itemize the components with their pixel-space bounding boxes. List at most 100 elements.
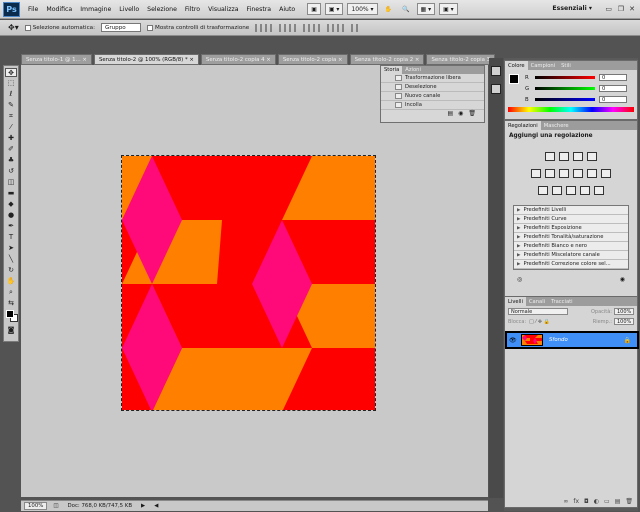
levels-icon[interactable] [559, 152, 569, 161]
group-icon[interactable]: ▭ [604, 498, 610, 505]
menu-file[interactable]: File [28, 6, 38, 13]
tab-livelli[interactable]: Livelli [505, 297, 526, 306]
exposure-icon[interactable] [587, 152, 597, 161]
transform-controls-option[interactable]: Mostra controlli di trasformazione [147, 24, 249, 31]
link-icon[interactable]: ∞ [563, 498, 568, 505]
auto-select-option[interactable]: Selezione automatica: [24, 24, 95, 31]
history-item[interactable]: Trasformazione libera [381, 74, 484, 83]
color-slider-r[interactable]: R 0 [505, 72, 637, 83]
shape-tool-icon[interactable]: ╲ [5, 255, 17, 264]
move-tool-icon[interactable]: ✥▾ [8, 23, 19, 32]
foreground-color-swatch[interactable] [6, 310, 14, 318]
foreground-color-swatch[interactable] [509, 74, 519, 84]
vibrance-icon[interactable] [531, 169, 541, 178]
tab-close-icon[interactable]: × [266, 57, 271, 63]
tab-senza-titolo-1[interactable]: Senza titolo-1 @ 1... × [21, 54, 92, 65]
threshold-icon[interactable] [566, 186, 576, 195]
tab-colore[interactable]: Colore [505, 61, 528, 70]
screen-mode-button[interactable]: ▣ ▾ [439, 3, 458, 15]
zoom-select[interactable]: 100% ▾ [347, 3, 378, 15]
channel-mixer-icon[interactable] [601, 169, 611, 178]
invert-icon[interactable] [538, 186, 548, 195]
new-layer-icon[interactable]: ▤ [615, 498, 621, 505]
tab-canali[interactable]: Canali [526, 297, 548, 306]
history-brush-icon[interactable]: ↺ [5, 167, 17, 176]
list-item[interactable]: ▶ Predefiniti Miscelatore canale [514, 251, 628, 260]
hand-icon[interactable]: ✋ [382, 3, 395, 15]
eyedropper-icon[interactable]: ⁄ [5, 123, 17, 132]
transform-controls-checkbox[interactable] [147, 24, 153, 31]
align-icons[interactable] [255, 23, 276, 32]
tab-copia[interactable]: Senza titolo-2 copia × [277, 54, 348, 65]
tab-campioni[interactable]: Campioni [528, 61, 559, 70]
list-item[interactable]: ▶ Predefiniti Tonalità/saturazione [514, 233, 628, 242]
black-white-icon[interactable] [573, 169, 583, 178]
history-item[interactable]: Incolla [381, 101, 484, 110]
scroll-left-icon[interactable]: ◀ [151, 502, 161, 510]
green-gradient[interactable] [535, 87, 595, 90]
status-menu-arrow-icon[interactable]: ▶ [138, 502, 148, 510]
auto-select-checkbox[interactable] [24, 24, 31, 31]
green-value-field[interactable]: 0 [599, 85, 627, 92]
list-item[interactable]: ▶ Predefiniti Correzione colore sel... [514, 260, 628, 269]
clip-icon[interactable]: ◎ [517, 276, 522, 283]
history-item[interactable]: Deselezione [381, 83, 484, 92]
tab-maschere[interactable]: Maschere [541, 121, 572, 130]
brush-tool-icon[interactable]: ✐ [5, 145, 17, 154]
fill-field[interactable]: 100% [614, 318, 634, 325]
color-balance-icon[interactable] [559, 169, 569, 178]
curves-icon[interactable] [573, 152, 583, 161]
color-spectrum[interactable] [508, 107, 634, 112]
color-slider-b[interactable]: B 0 [505, 94, 637, 105]
tab-close-icon[interactable]: × [415, 57, 420, 63]
tab-storia[interactable]: Storia [381, 66, 403, 74]
menu-aiuto[interactable]: Aiuto [279, 6, 295, 13]
bridge-button[interactable]: ▣ [307, 3, 321, 15]
type-tool-icon[interactable]: T [5, 233, 17, 242]
pen-tool-icon[interactable]: ✒ [5, 222, 17, 231]
menu-filtro[interactable]: Filtro [185, 6, 200, 13]
crop-tool-icon[interactable]: ⌗ [5, 112, 17, 121]
list-item[interactable]: ▶ Predefiniti Bianco e nero [514, 242, 628, 251]
blue-value-field[interactable]: 0 [599, 96, 627, 103]
lasso-tool-icon[interactable]: ℓ [5, 90, 17, 99]
lock-icons[interactable]: □ ⁄ ✥ 🔒 [529, 319, 550, 325]
distribute-icons[interactable] [303, 23, 324, 32]
move-tool-icon[interactable]: ✥ [5, 68, 17, 77]
menu-selezione[interactable]: Selezione [147, 6, 177, 13]
color-slider-g[interactable]: G 0 [505, 83, 637, 94]
toggle-visibility-icon[interactable]: ◉ [620, 276, 625, 283]
zoom-level-field[interactable]: 100% [24, 502, 48, 510]
zoom-icon[interactable]: 🔍 [399, 3, 412, 15]
actions-panel-icon[interactable] [491, 84, 501, 94]
blur-tool-icon[interactable]: ◆ [5, 200, 17, 209]
list-item[interactable]: ▶ Predefiniti Esposizione [514, 224, 628, 233]
gradient-icon[interactable]: ▬ [5, 189, 17, 198]
adjustment-layer-icon[interactable]: ◐ [594, 498, 599, 505]
opacity-field[interactable]: 100% [614, 308, 634, 315]
tab-copia-4[interactable]: Senza titolo-2 copia 4 × [200, 54, 276, 65]
document-canvas[interactable] [121, 155, 376, 411]
menu-immagine[interactable]: Immagine [80, 6, 111, 13]
history-panel-icon[interactable] [491, 66, 501, 76]
path-select-icon[interactable]: ➤ [5, 244, 17, 253]
posterize-icon[interactable] [552, 186, 562, 195]
quick-select-icon[interactable]: ✎ [5, 101, 17, 110]
menu-livello[interactable]: Livello [119, 6, 139, 13]
marquee-tool-icon[interactable]: ⬚ [5, 79, 17, 88]
distribute-icons-2[interactable] [327, 23, 348, 32]
swap-colors-icon[interactable]: ⇆ [5, 299, 17, 308]
selective-color-icon[interactable] [594, 186, 604, 195]
history-item[interactable]: Nuovo canale [381, 92, 484, 101]
red-value-field[interactable]: 0 [599, 74, 627, 81]
tab-regolazioni[interactable]: Regolazioni [505, 121, 541, 130]
3d-rotate-icon[interactable]: ↻ [5, 266, 17, 275]
auto-select-dropdown[interactable]: Gruppo [101, 23, 141, 32]
trash-icon[interactable]: 🗑 [625, 498, 633, 505]
tab-azioni[interactable]: Azioni [402, 66, 424, 74]
blue-gradient[interactable] [535, 98, 595, 101]
eye-icon[interactable]: 👁 [509, 337, 517, 344]
camera-icon[interactable]: ◉ [458, 110, 463, 117]
photo-filter-icon[interactable] [587, 169, 597, 178]
list-item[interactable]: ▶ Predefiniti Livelli [514, 206, 628, 215]
